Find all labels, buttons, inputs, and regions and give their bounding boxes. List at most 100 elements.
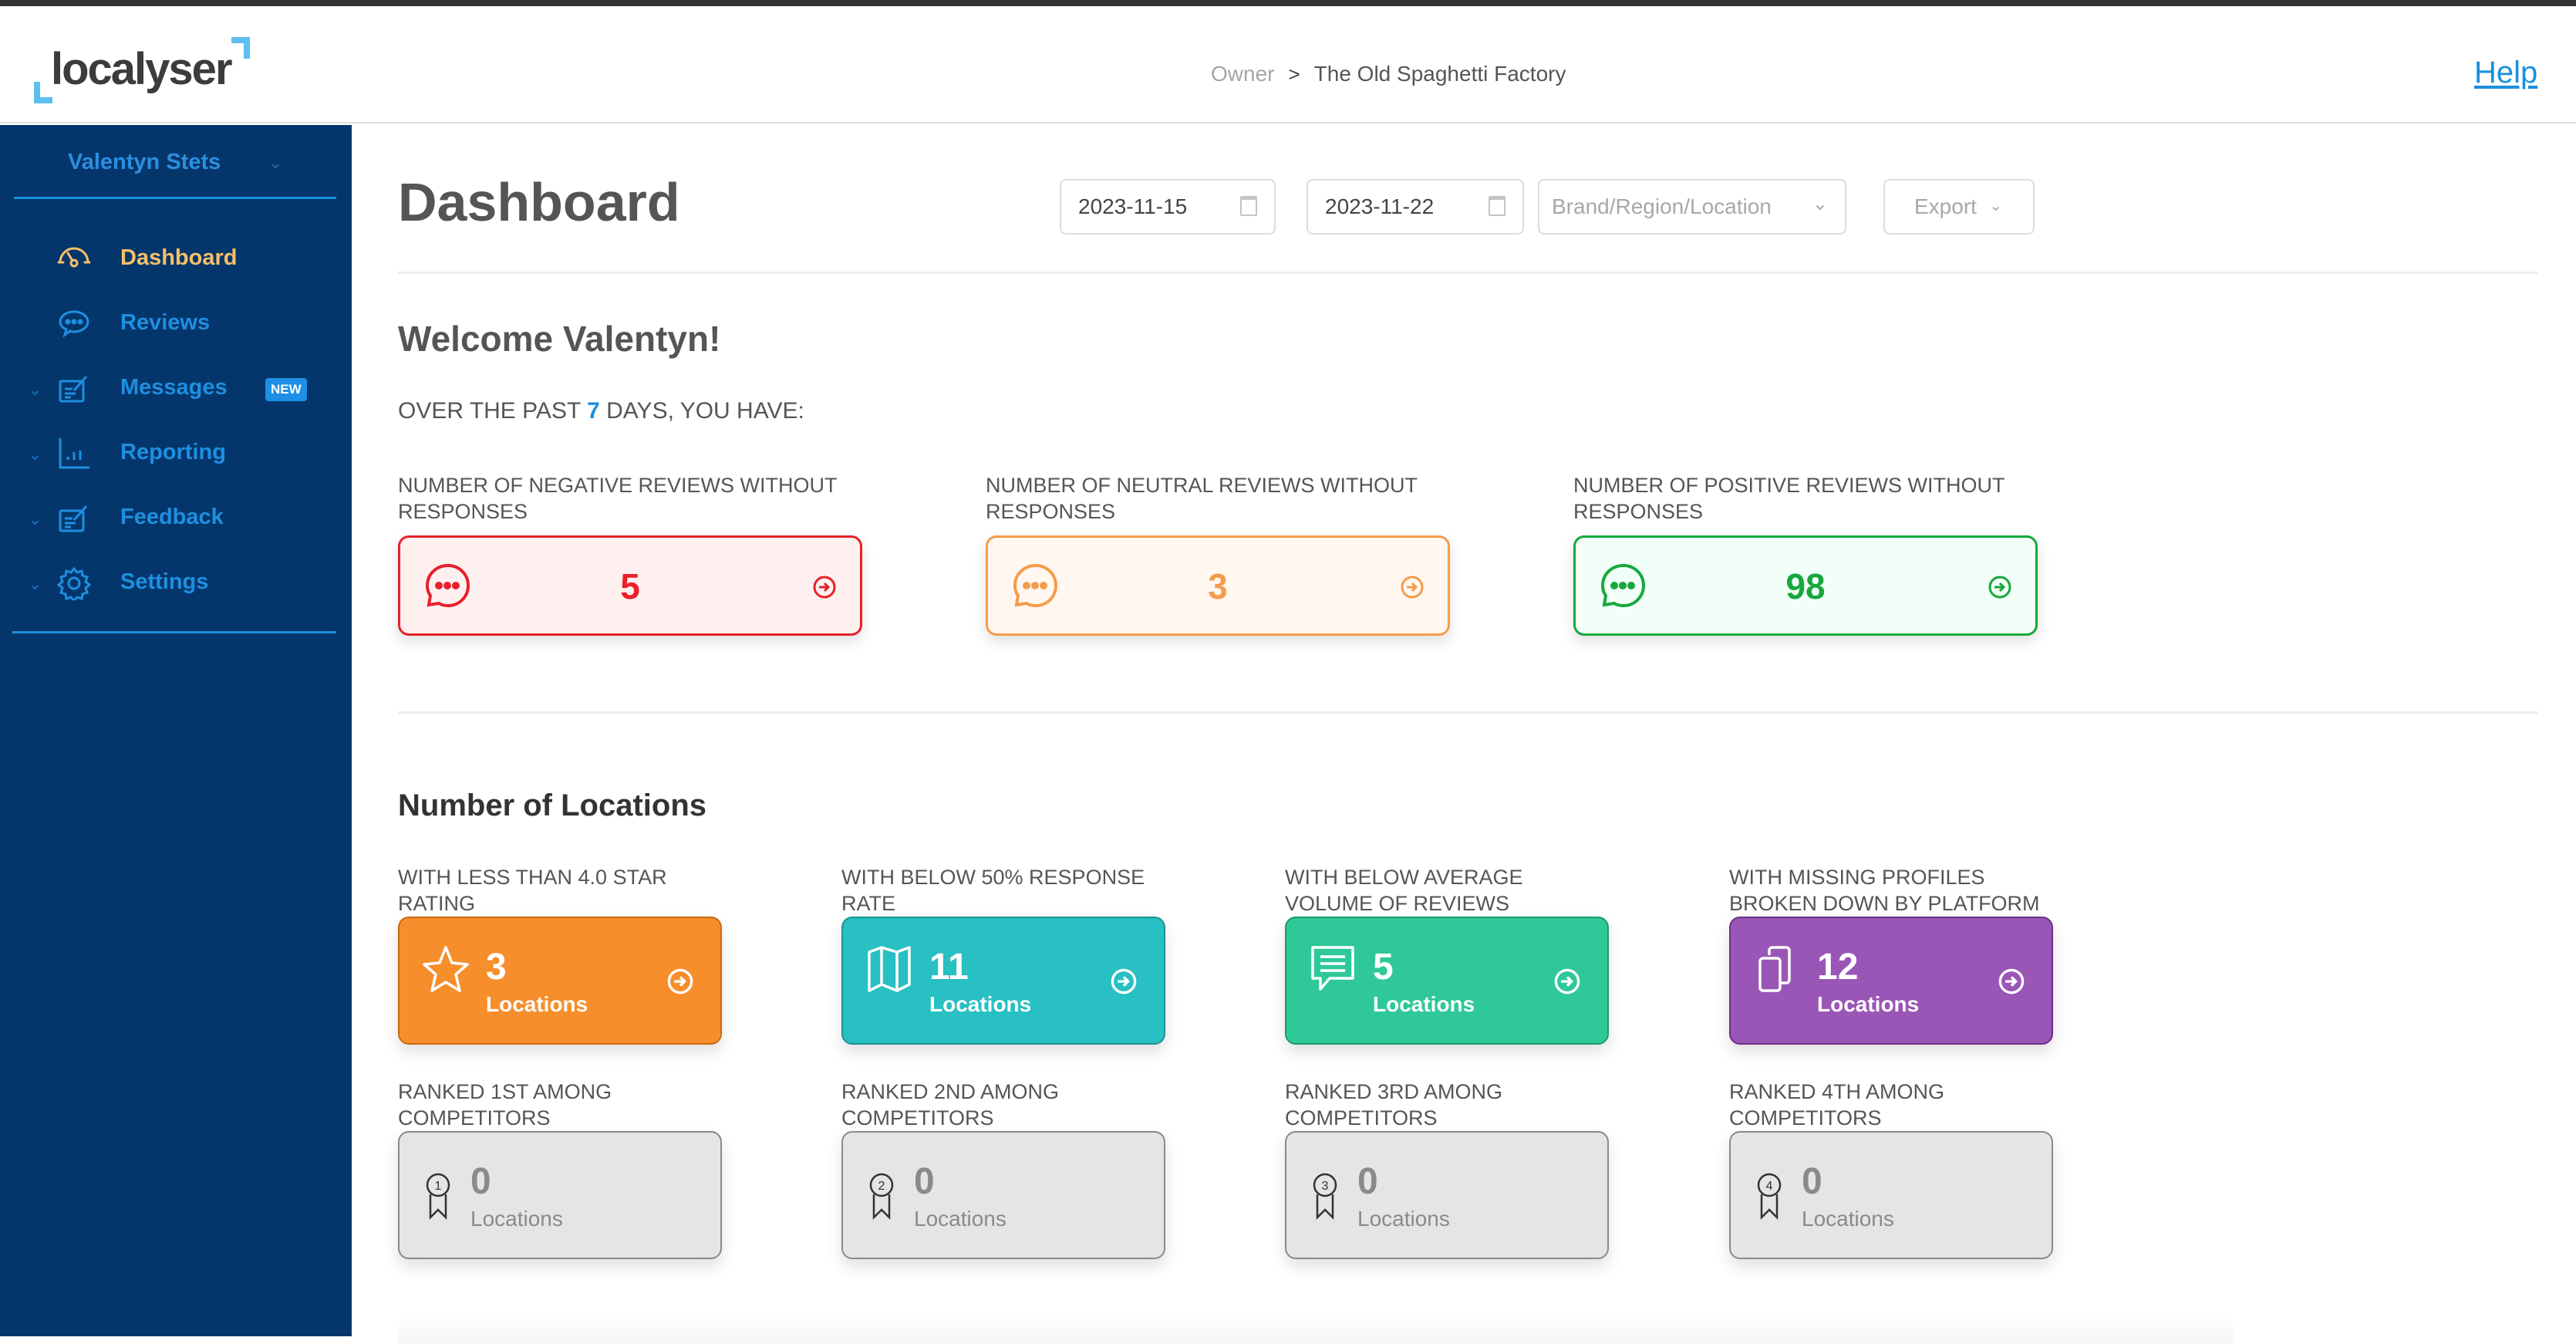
low-response-block: WITH BELOW 50% RESPONSE RATE 11 Location… <box>841 864 1242 1045</box>
locations-section-title: Number of Locations <box>398 789 707 822</box>
date-to-input[interactable]: 2023-11-22 <box>1307 179 1524 235</box>
divider <box>398 272 2537 274</box>
negative-reviews-label: NUMBER OF NEGATIVE REVIEWS WITHOUT RESPO… <box>398 474 838 523</box>
low-rating-count: 3 <box>486 947 507 988</box>
sidebar-item-label: Reviews <box>120 310 211 335</box>
positive-reviews-count: 98 <box>1785 566 1826 606</box>
arrow-circle-right-icon[interactable] <box>1998 967 2025 995</box>
app-header: localyser Owner > The Old Spaghetti Fact… <box>0 6 2576 123</box>
gear-icon <box>56 566 92 603</box>
locations-unit: Locations <box>914 1207 1006 1231</box>
sidebar-item-settings[interactable]: ⌄ Settings <box>0 557 352 622</box>
negative-reviews-block: NUMBER OF NEGATIVE REVIEWS WITHOUT RESPO… <box>398 472 876 636</box>
rank-1-block: RANKED 1ST AMONG COMPETITORS 1 0 Locatio… <box>398 1079 799 1259</box>
missing-profiles-card[interactable]: 12 Locations <box>1729 917 2053 1045</box>
positive-reviews-block: NUMBER OF POSITIVE REVIEWS WITHOUT RESPO… <box>1573 472 2052 636</box>
rank-4-count: 0 <box>1802 1161 1822 1202</box>
chevron-down-icon[interactable]: ⌄ <box>28 380 42 400</box>
sidebar-item-label: Feedback <box>120 505 224 529</box>
arrow-circle-right-icon[interactable] <box>1110 967 1138 995</box>
award-ribbon-icon: 1 <box>426 1173 450 1221</box>
brand-region-location-select[interactable]: Brand/Region/Location ⌄ <box>1538 179 1846 235</box>
neutral-reviews-card[interactable]: 3 <box>986 535 1450 636</box>
edit-note-icon <box>57 372 91 406</box>
low-volume-block: WITH BELOW AVERAGE VOLUME OF REVIEWS 5 L… <box>1285 864 1686 1045</box>
period-suffix: DAYS, YOU HAVE: <box>606 398 804 424</box>
locations-unit: Locations <box>1373 992 1475 1016</box>
rank-3-card[interactable]: 3 0 Locations <box>1285 1131 1609 1259</box>
sidebar-item-label: Settings <box>120 569 209 594</box>
date-from-input[interactable]: 2023-11-15 <box>1060 179 1276 235</box>
export-label: Export <box>1914 194 1977 218</box>
award-ribbon-icon: 3 <box>1313 1173 1337 1221</box>
location-select-placeholder: Brand/Region/Location <box>1552 194 1772 218</box>
negative-reviews-card[interactable]: 5 <box>398 535 862 636</box>
svg-text:2: 2 <box>878 1180 885 1193</box>
export-button[interactable]: Export ⌄ <box>1883 179 2035 235</box>
sidebar-nav: Dashboard Reviews ⌄ Messages NEW ⌄ Repor… <box>0 233 352 622</box>
copy-icon <box>1758 946 1791 992</box>
low-volume-label: WITH BELOW AVERAGE VOLUME OF REVIEWS <box>1285 866 1523 915</box>
arrow-circle-right-icon[interactable] <box>812 575 837 599</box>
breadcrumb-current: The Old Spaghetti Factory <box>1313 62 1566 86</box>
logo-bracket-left <box>34 82 52 103</box>
rank-1-card[interactable]: 1 0 Locations <box>398 1131 722 1259</box>
period-prefix: OVER THE PAST <box>398 398 581 424</box>
low-response-label: WITH BELOW 50% RESPONSE RATE <box>841 866 1145 915</box>
low-rating-card[interactable]: 3 Locations <box>398 917 722 1045</box>
sidebar-item-dashboard[interactable]: Dashboard <box>0 233 352 298</box>
rank-1-label: RANKED 1ST AMONG COMPETITORS <box>398 1080 612 1130</box>
svg-text:3: 3 <box>1322 1180 1329 1193</box>
chevron-down-icon: ⌄ <box>1989 198 2002 214</box>
rank-1-count: 0 <box>470 1161 491 1202</box>
neutral-reviews-count: 3 <box>1208 566 1228 606</box>
award-ribbon-icon: 2 <box>869 1173 894 1221</box>
sidebar-item-reporting[interactable]: ⌄ Reporting <box>0 427 352 492</box>
breadcrumb-owner[interactable]: Owner <box>1211 62 1274 86</box>
next-section-edge <box>398 1313 2234 1344</box>
low-volume-count: 5 <box>1373 947 1394 988</box>
breadcrumb: Owner > The Old Spaghetti Factory <box>1211 62 1566 86</box>
rank-4-card[interactable]: 4 0 Locations <box>1729 1131 2053 1259</box>
new-badge: NEW <box>265 378 307 401</box>
locations-unit: Locations <box>1357 1207 1450 1231</box>
rank-3-label: RANKED 3RD AMONG COMPETITORS <box>1285 1080 1503 1130</box>
logo-text: localyser <box>51 44 233 94</box>
arrow-circle-right-icon[interactable] <box>1553 967 1581 995</box>
date-from-value: 2023-11-15 <box>1078 194 1188 218</box>
chevron-down-icon[interactable]: ⌄ <box>28 574 42 594</box>
rank-2-card[interactable]: 2 0 Locations <box>841 1131 1165 1259</box>
low-rating-label: WITH LESS THAN 4.0 STAR RATING <box>398 866 667 915</box>
sidebar-item-feedback[interactable]: ⌄ Feedback <box>0 492 352 557</box>
arrow-circle-right-icon[interactable] <box>666 967 694 995</box>
divider <box>398 711 2537 714</box>
chevron-down-icon[interactable]: ⌄ <box>28 509 42 529</box>
chevron-down-icon[interactable]: ⌄ <box>28 444 42 464</box>
low-rating-block: WITH LESS THAN 4.0 STAR RATING 3 Locatio… <box>398 864 799 1045</box>
missing-profiles-count: 12 <box>1817 947 1859 988</box>
user-name: Valentyn Stets <box>68 150 221 174</box>
rank-3-block: RANKED 3RD AMONG COMPETITORS 3 0 Locatio… <box>1285 1079 1686 1259</box>
edit-note-icon <box>57 501 91 535</box>
window-top-bar <box>0 0 2576 6</box>
locations-unit: Locations <box>1802 1207 1894 1231</box>
bar-chart-icon <box>57 437 91 471</box>
sidebar-item-messages[interactable]: ⌄ Messages NEW <box>0 363 352 427</box>
low-response-card[interactable]: 11 Locations <box>841 917 1165 1045</box>
message-lines-icon <box>1311 946 1354 991</box>
period-days: 7 <box>587 398 600 424</box>
arrow-circle-right-icon[interactable] <box>1400 575 1425 599</box>
negative-reviews-count: 5 <box>620 566 640 606</box>
calendar-icon <box>1240 196 1257 216</box>
missing-profiles-block: WITH MISSING PROFILES BROKEN DOWN BY PLA… <box>1729 864 2130 1045</box>
help-link[interactable]: Help <box>2474 56 2537 90</box>
sidebar-item-reviews[interactable]: Reviews <box>0 298 352 363</box>
localyser-logo[interactable]: localyser <box>34 37 265 106</box>
low-volume-card[interactable]: 5 Locations <box>1285 917 1609 1045</box>
neutral-reviews-label: NUMBER OF NEUTRAL REVIEWS WITHOUT RESPON… <box>986 474 1418 523</box>
positive-reviews-card[interactable]: 98 <box>1573 535 2038 636</box>
svg-text:1: 1 <box>435 1180 442 1193</box>
arrow-circle-right-icon[interactable] <box>1988 575 2012 599</box>
chevron-down-icon: ⌄ <box>1812 194 1828 214</box>
user-menu-dropdown[interactable]: Valentyn Stets ⌄ <box>14 145 336 199</box>
